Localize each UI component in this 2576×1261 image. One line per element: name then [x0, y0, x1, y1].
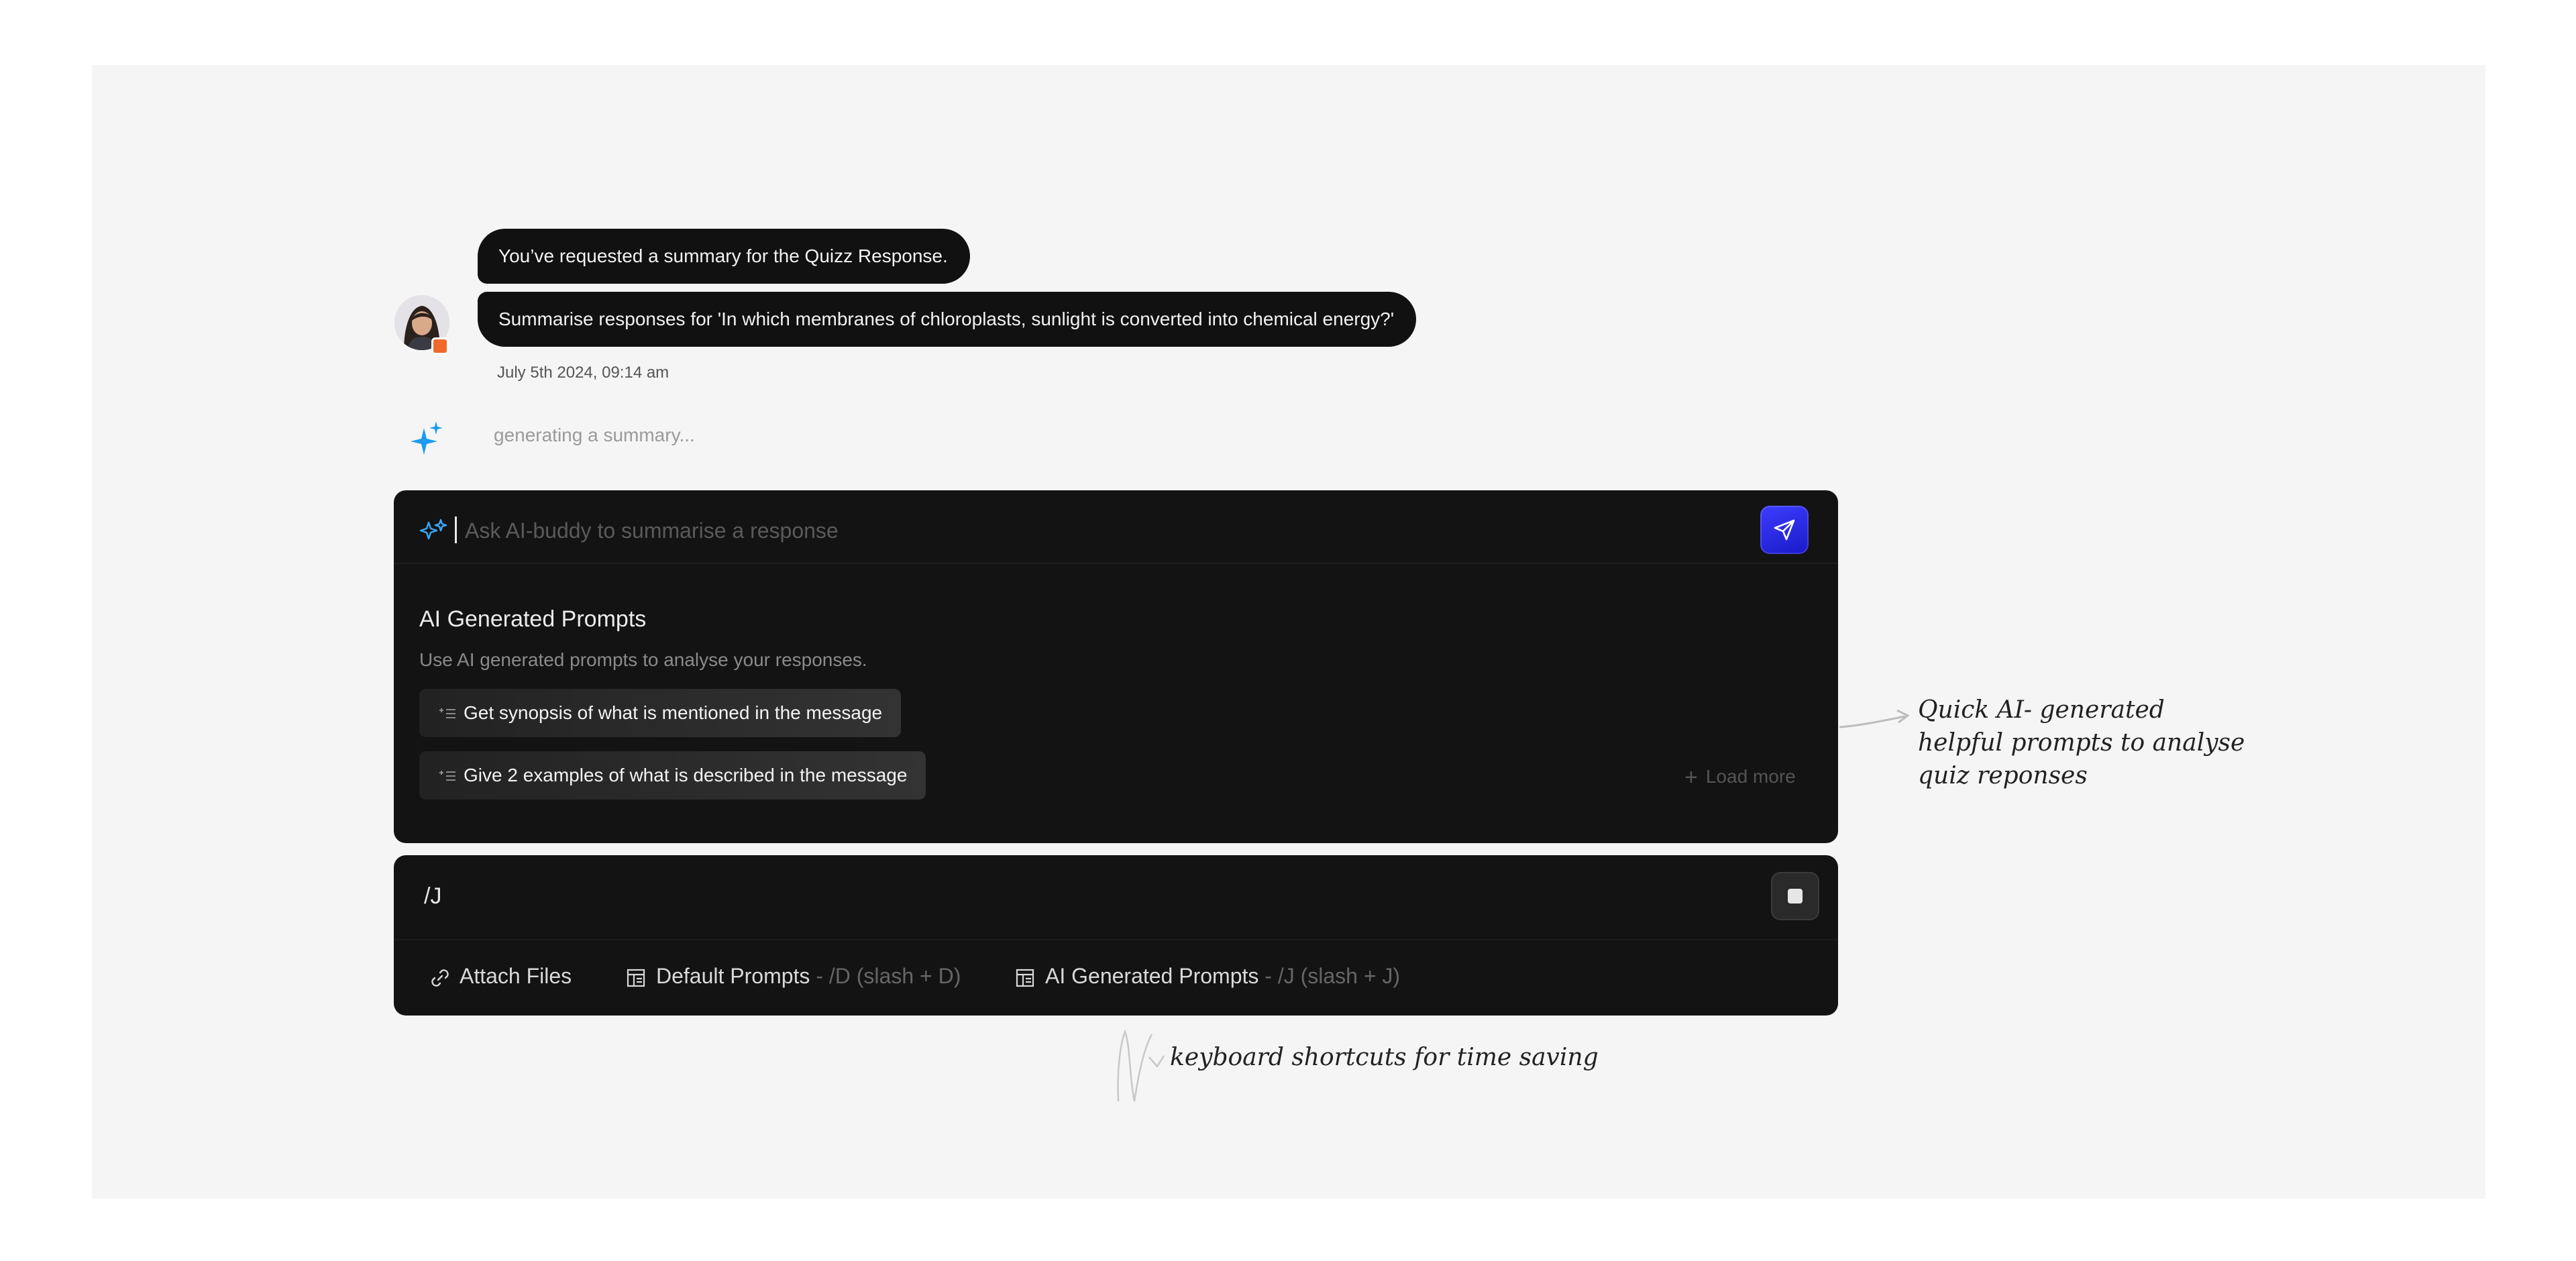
prompt-template-icon: [627, 969, 645, 987]
send-button[interactable]: [1760, 506, 1809, 554]
prompt-list-icon: [439, 771, 455, 781]
annotation-arrow-icon: [1839, 709, 1910, 728]
message-bubble-1: You’ve requested a summary for the Quizz…: [478, 229, 970, 284]
send-icon: [1774, 519, 1795, 541]
attach-files-button[interactable]: Attach Files: [429, 964, 572, 989]
ai-sparkle-outline-icon: [419, 518, 447, 545]
attach-files-label: Attach Files: [460, 964, 572, 988]
load-more-button[interactable]: + Load more: [1684, 765, 1796, 791]
annotation-shortcuts: keyboard shortcuts for time saving: [1170, 1044, 1599, 1071]
prompt-template-icon: [1016, 969, 1034, 987]
default-prompts-shortcut: - /D (slash + D): [810, 964, 961, 988]
ai-generated-prompts-shortcut: - /J (slash + J): [1258, 964, 1401, 988]
load-more-label: Load more: [1705, 766, 1796, 787]
text-cursor: [455, 516, 457, 543]
stop-icon: [1788, 889, 1803, 903]
stop-button[interactable]: [1771, 872, 1819, 920]
avatar-status-badge: [431, 337, 449, 355]
generating-status: generating a summary...: [494, 425, 695, 445]
prompt-chip-label: Get synopsis of what is mentioned in the…: [464, 702, 883, 723]
ai-generated-prompts-button[interactable]: AI Generated Prompts - /J (slash + J): [1014, 964, 1400, 989]
ai-search-input[interactable]: Ask AI-buddy to summarise a response: [465, 518, 839, 543]
link-icon: [431, 969, 449, 987]
ai-prompts-title: AI Generated Prompts: [419, 606, 647, 632]
command-input-row[interactable]: /J: [394, 855, 1838, 940]
ai-sparkle-icon: [411, 421, 443, 459]
default-prompts-label: Default Prompts: [656, 964, 810, 988]
ai-input-row[interactable]: Ask AI-buddy to summarise a response: [394, 490, 1838, 564]
message-bubble-2: Summarise responses for 'In which membra…: [478, 292, 1417, 347]
prompt-list-icon: [439, 708, 455, 718]
ai-generated-prompts-label: AI Generated Prompts: [1045, 964, 1259, 988]
prompt-chip-label: Give 2 examples of what is described in …: [464, 765, 908, 785]
prompt-chip-1[interactable]: Get synopsis of what is mentioned in the…: [419, 689, 902, 737]
ai-prompts-subtitle: Use AI generated prompts to analyse your…: [419, 649, 867, 670]
annotation-line: quiz reponses: [1918, 762, 2088, 789]
command-input[interactable]: /J: [424, 883, 441, 910]
prompt-chip-2[interactable]: Give 2 examples of what is described in …: [419, 751, 926, 800]
ai-prompt-panel: Ask AI-buddy to summarise a response AI …: [394, 490, 1838, 843]
message-timestamp: July 5th 2024, 09:14 am: [497, 364, 669, 382]
annotation-ai-prompts: Quick AI- generated helpful prompts to a…: [1918, 694, 2245, 792]
plus-icon: +: [1684, 765, 1698, 790]
annotation-line: helpful prompts to analyse: [1918, 729, 2245, 757]
annotation-squiggle-arrow-icon: [1117, 1029, 1165, 1102]
default-prompts-button[interactable]: Default Prompts - /D (slash + D): [625, 964, 961, 989]
command-panel: /J Attach Files Default Prompts - /D (sl…: [394, 855, 1838, 1016]
annotation-line: Quick AI- generated: [1918, 696, 2165, 724]
